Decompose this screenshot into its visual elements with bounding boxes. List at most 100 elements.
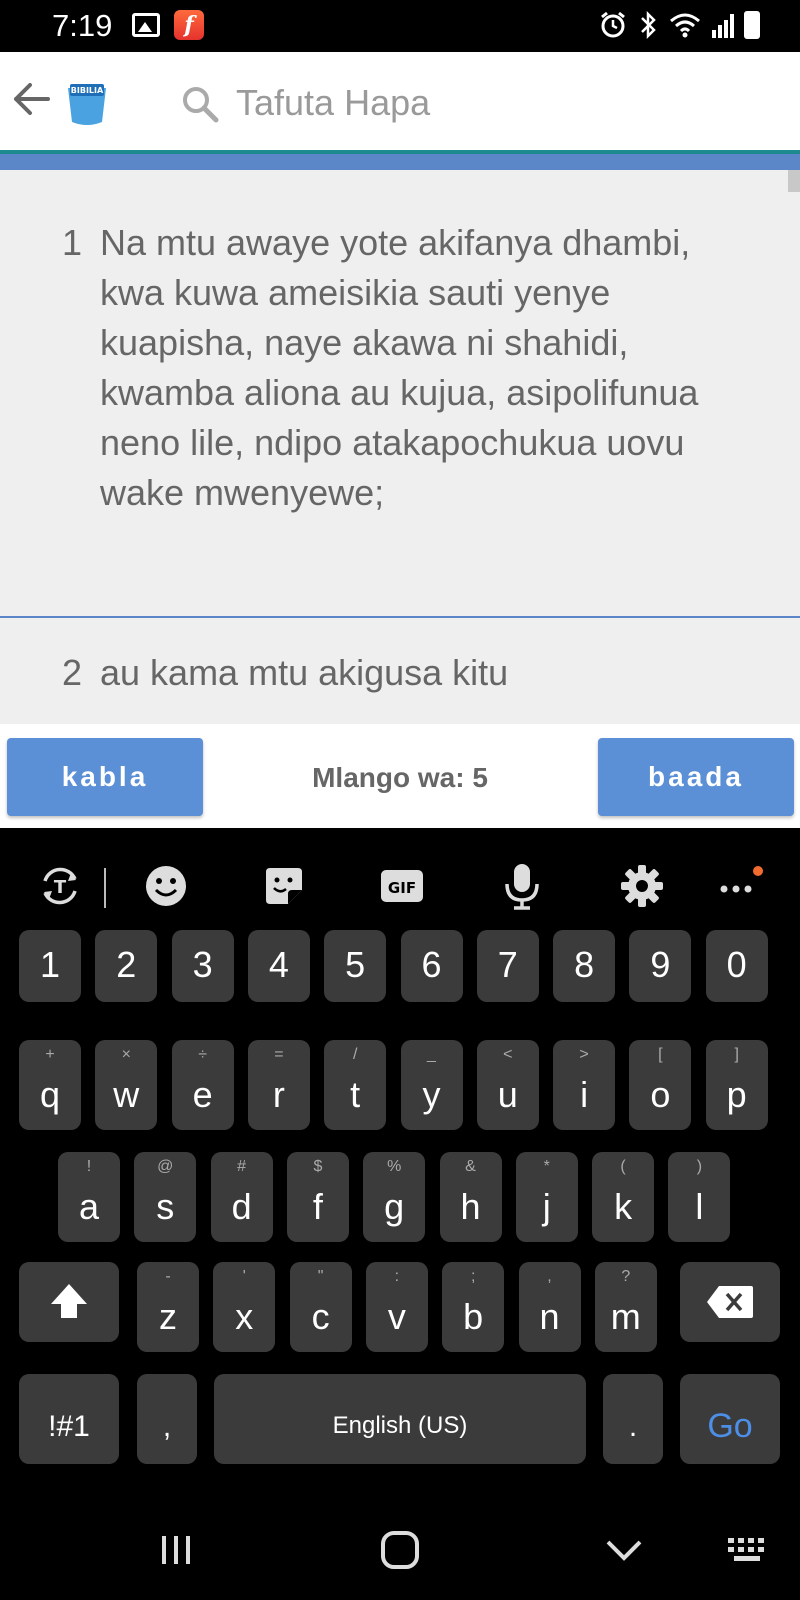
key-6[interactable]: 6: [400, 930, 463, 1002]
sticker-icon[interactable]: [258, 860, 310, 912]
key-v[interactable]: :v: [365, 1262, 428, 1352]
gif-icon[interactable]: GIF: [376, 860, 428, 912]
key-3[interactable]: 3: [171, 930, 234, 1002]
back-arrow-icon[interactable]: [8, 74, 58, 124]
key-label: g: [384, 1186, 405, 1227]
key-label: t: [350, 1074, 361, 1115]
key-y[interactable]: _ y: [400, 1040, 463, 1130]
key-secondary-label: [: [658, 1046, 663, 1063]
battery-icon: [744, 11, 760, 39]
comma-key[interactable]: ,: [137, 1374, 197, 1464]
go-key[interactable]: Go: [680, 1374, 780, 1464]
key-label: 1: [39, 944, 61, 985]
next-chapter-button[interactable]: baada: [598, 738, 794, 816]
key-4[interactable]: 4: [247, 930, 310, 1002]
key-secondary-label: =: [274, 1046, 284, 1063]
key-l[interactable]: ) l: [668, 1152, 731, 1242]
key-secondary-label: *: [543, 1158, 550, 1175]
key-secondary-label: ]: [734, 1046, 739, 1063]
key-label: 6: [421, 944, 442, 985]
key-u[interactable]: < u: [476, 1040, 539, 1130]
flash-app-letter: f: [184, 12, 194, 38]
chapter-pager: kabla Mlango wa: 5 baada: [0, 724, 800, 828]
app-bar-shade: [0, 154, 800, 170]
key-label: 4: [268, 944, 289, 985]
key-secondary-label: @: [157, 1158, 174, 1175]
key-r[interactable]: = r: [247, 1040, 310, 1130]
key-j[interactable]: * j: [515, 1152, 578, 1242]
key-p[interactable]: ] p: [705, 1040, 768, 1130]
key-8[interactable]: 8: [553, 930, 616, 1002]
more-icon[interactable]: [714, 860, 766, 912]
key-label: c: [311, 1296, 330, 1337]
verse-item[interactable]: 2 au kama mtu akigusa kitu: [0, 648, 800, 698]
symbols-key[interactable]: !#1: [19, 1374, 119, 1464]
key-2[interactable]: 2: [95, 930, 158, 1002]
key-label: 9: [650, 944, 671, 985]
recents-icon[interactable]: [148, 1522, 204, 1578]
shift-key[interactable]: [19, 1262, 119, 1342]
mic-icon[interactable]: [496, 860, 548, 912]
verse-text: Na mtu awaye yote akifanya dhambi, kwa k…: [100, 222, 699, 513]
translate-icon[interactable]: T: [34, 860, 86, 912]
key-e[interactable]: ÷ e: [171, 1040, 234, 1130]
settings-icon[interactable]: [616, 860, 668, 912]
key-9[interactable]: 9: [629, 930, 692, 1002]
key-label: j: [542, 1186, 551, 1227]
key-o[interactable]: [o: [629, 1040, 692, 1130]
key-z[interactable]: -z: [137, 1262, 199, 1352]
verse-item[interactable]: 1 Na mtu awaye yote akifanya dhambi, kwa…: [0, 218, 800, 518]
key-label: k: [614, 1186, 633, 1227]
previous-chapter-button[interactable]: kabla: [7, 738, 203, 816]
key-n[interactable]: ,n: [518, 1262, 581, 1352]
key-label: n: [539, 1296, 560, 1337]
symbols-key-label: !#1: [48, 1410, 90, 1443]
verse-text: au kama mtu akigusa kitu: [100, 652, 509, 693]
key-f[interactable]: $ f: [286, 1152, 349, 1242]
key-1[interactable]: 1: [19, 930, 81, 1002]
key-g[interactable]: % g: [363, 1152, 426, 1242]
search-input[interactable]: [236, 78, 776, 128]
key-secondary-label: >: [579, 1046, 589, 1063]
key-secondary-label: (: [620, 1158, 626, 1175]
key-secondary-label: ?: [621, 1268, 631, 1285]
emoji-icon[interactable]: [140, 860, 192, 912]
status-time: 7:19: [52, 8, 113, 43]
keyboard-toolbar: T GIF: [0, 860, 800, 920]
backspace-key[interactable]: [680, 1262, 780, 1342]
key-i[interactable]: > i: [553, 1040, 616, 1130]
key-b[interactable]: ; b: [442, 1262, 505, 1352]
key-x[interactable]: ' x: [213, 1262, 276, 1352]
key-label: p: [726, 1074, 747, 1115]
key-k[interactable]: (k: [592, 1152, 655, 1242]
key-q[interactable]: + q: [19, 1040, 81, 1130]
key-m[interactable]: ? m: [594, 1262, 657, 1352]
key-w[interactable]: × w: [95, 1040, 158, 1130]
period-key[interactable]: .: [603, 1374, 663, 1464]
key-label: w: [113, 1074, 140, 1115]
key-label: f: [312, 1186, 323, 1227]
key-t[interactable]: / t: [324, 1040, 387, 1130]
key-c[interactable]: " c: [289, 1262, 352, 1352]
key-h[interactable]: & h: [439, 1152, 502, 1242]
key-a[interactable]: ! a: [58, 1152, 120, 1242]
key-label: 5: [345, 944, 366, 985]
search-icon: [183, 87, 219, 123]
back-chevron-icon[interactable]: [596, 1522, 652, 1578]
key-secondary-label: ": [317, 1268, 324, 1285]
home-icon[interactable]: [372, 1522, 428, 1578]
gallery-icon: [132, 13, 160, 37]
keyboard: T GIF 1234567890 + q × w ÷ e = r / t _ y < u > i[o] p ! a…: [0, 828, 800, 1600]
alarm-icon: [601, 11, 625, 38]
key-7[interactable]: 7: [476, 930, 539, 1002]
verse-list[interactable]: 1 Na mtu awaye yote akifanya dhambi, kwa…: [0, 170, 800, 724]
key-d[interactable]: # d: [210, 1152, 273, 1242]
gif-label: GIF: [388, 879, 416, 897]
keyboard-switch-icon[interactable]: [720, 1522, 776, 1578]
key-0[interactable]: 0: [705, 930, 768, 1002]
space-key[interactable]: English (US): [214, 1374, 586, 1464]
signal-icon: [712, 12, 734, 38]
key-s[interactable]: @ s: [134, 1152, 197, 1242]
key-5[interactable]: 5: [324, 930, 387, 1002]
scrollbar-thumb[interactable]: [788, 170, 800, 192]
